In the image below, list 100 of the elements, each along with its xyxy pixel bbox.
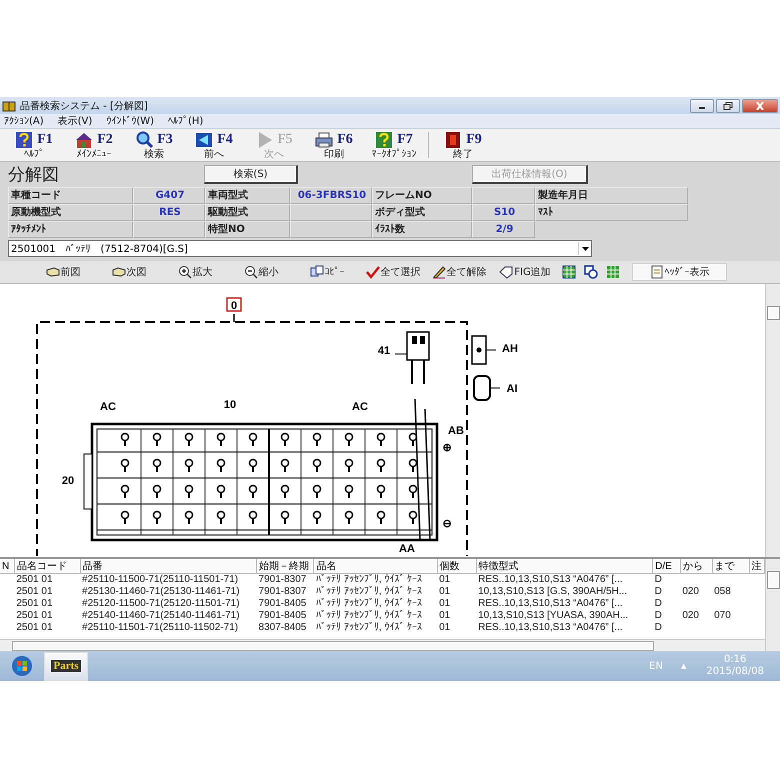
table-cell: ﾊﾞｯﾃﾘ ｱｯｾﾝﾌﾞﾘ, ｳｲｽﾞ ｹｰｽ (316, 622, 422, 633)
column-header[interactable]: 品番 (82, 561, 103, 572)
callout-label: AH (502, 343, 518, 355)
close-button[interactable] (742, 98, 778, 112)
field-label: 駆動型式 (205, 204, 290, 221)
table-cell: RES..10,13,S10,S13 “A0476” [... (478, 622, 623, 633)
vertical-scrollbar[interactable] (765, 559, 780, 651)
field-value: S10 (472, 204, 535, 221)
part-dropdown[interactable]: 2501001 ﾊﾞｯﾃﾘ (7512-8704)[G.S] (8, 240, 592, 257)
table-cell: 2501 01 (16, 610, 53, 621)
table-cell: 8307-8405 (258, 622, 306, 633)
horizontal-scrollbar[interactable] (0, 639, 765, 651)
callout-label: AB (448, 425, 464, 437)
table-cell: 7901-8405 (258, 598, 306, 609)
callout-label: ⊖ (442, 518, 452, 530)
table-cell: 058 (714, 586, 731, 597)
restore-button[interactable] (716, 98, 740, 112)
field-label: ﾏｽﾄ (535, 204, 688, 221)
field-label: 車両型式 (205, 187, 290, 204)
function-key-button[interactable]: F3 検索 (124, 130, 184, 160)
field-value: 2/9 (472, 221, 535, 238)
view-tool-button[interactable]: 拡大 (162, 263, 228, 281)
field-label: ボディ型式 (372, 204, 472, 221)
function-key-button[interactable]: F7 ﾏｰｸｵﾌﾟｼｮﾝ (364, 130, 424, 160)
clip-drawing (471, 335, 496, 365)
field-label: 製造年月日 (535, 187, 688, 204)
function-key-button[interactable]: F6 印刷 (304, 130, 364, 160)
view-tool-button[interactable]: 全て選択 (360, 263, 426, 281)
vertical-scrollbar[interactable] (765, 284, 780, 557)
screen-title: 分解図 (8, 164, 60, 186)
table-cell: 01 (439, 598, 450, 609)
view-tool-button[interactable]: 縮小 (228, 263, 294, 281)
empty-value-cell (472, 187, 535, 204)
table-cell: 10,13,S10,S13 [YUASA, 390AH... (478, 610, 628, 621)
table-cell: ﾊﾞｯﾃﾘ ｱｯｾﾝﾌﾞﾘ, ｳｲｽﾞ ｹｰｽ (316, 574, 422, 585)
view-tool-button[interactable]: FIG追加 (492, 263, 558, 281)
table-cell: 7901-8307 (258, 574, 306, 585)
function-key-button[interactable]: F2 ﾒｲﾝﾒﾆｭｰ (64, 130, 124, 160)
view-tool-button[interactable]: 前図 (30, 263, 96, 281)
table-cell: #25110-11500-71(25110-11501-71) (82, 574, 238, 585)
callout-label: 10 (224, 399, 236, 411)
table-cell: 020 (682, 610, 699, 621)
restore-icon (723, 102, 733, 110)
table-cell: 01 (439, 574, 450, 585)
table-cell: D (654, 622, 662, 633)
table-cell: RES..10,13,S10,S13 “A0476” [... (478, 598, 623, 609)
table-cell: D (654, 586, 662, 597)
search-button[interactable]: 検索(S) (204, 164, 298, 184)
field-value: 06-3FBRS10 (290, 187, 372, 204)
search-icon (135, 130, 154, 148)
table-cell: #25110-11501-71(25110-11502-71) (82, 622, 238, 633)
table-cell: ﾊﾞｯﾃﾘ ｱｯｾﾝﾌﾞﾘ, ｳｲｽﾞ ｹｰｽ (316, 610, 422, 621)
help-icon (15, 130, 34, 148)
menu-item[interactable]: ﾍﾙﾌﾟ(H) (168, 115, 204, 127)
callout-label: 0 (230, 300, 238, 312)
callout-label: 41 (378, 345, 390, 357)
table-cell: 2501 01 (16, 574, 53, 585)
tag-icon (499, 265, 514, 279)
field-value: G407 (133, 187, 205, 204)
column-header[interactable]: 品名 (316, 561, 336, 572)
menu-item[interactable]: ｱｸｼｮﾝ(A) (4, 115, 44, 127)
table-cell: 10,13,S10,S13 [G.S, 390AH/5H... (478, 586, 628, 597)
field-label: フレームNO (372, 187, 472, 204)
field-label: ｱﾀｯﾁﾒﾝﾄ (8, 221, 133, 238)
function-key-button[interactable]: F9 終了 (433, 130, 493, 160)
table-cell: 01 (439, 586, 450, 597)
table-cell: #25130-11460-71(25130-11461-71) (82, 586, 240, 597)
window-title: 品番検索システム - [分解図] (20, 100, 148, 112)
function-key-button[interactable]: F1 ﾍﾙﾌﾟ (4, 130, 64, 160)
table-cell: 7901-8405 (258, 610, 306, 621)
overlapping-squares-icon (584, 265, 598, 279)
function-key-button[interactable]: F4 前へ (184, 130, 244, 160)
app-book-icon (2, 100, 16, 112)
copy-icon (310, 265, 324, 279)
menu-item[interactable]: 表示(V) (58, 114, 92, 128)
house-icon (75, 130, 94, 148)
view-tool-button[interactable]: 次図 (96, 263, 162, 281)
checkmark-icon (366, 265, 380, 279)
view-tool-button[interactable]: 全て解除 (426, 263, 492, 281)
minimize-button[interactable] (690, 98, 714, 112)
field-value: RES (133, 204, 205, 221)
view-tool-button[interactable]: ﾍｯﾀﾞｰ表示 (632, 263, 727, 281)
zoom-out-icon (244, 265, 258, 279)
field-label: ｲﾗｽﾄ数 (372, 221, 472, 238)
leader-line (233, 314, 235, 322)
grid-icon (562, 265, 576, 279)
menu-item[interactable]: ｳｲﾝﾄﾞｳ(W) (106, 115, 154, 127)
exit-door-icon (444, 130, 462, 148)
callout-label: ⊕ (442, 442, 452, 454)
windows-logo-icon (11, 655, 33, 677)
column-header[interactable]: 特徴型式 (478, 561, 519, 572)
pencil-icon (432, 265, 446, 279)
callout-label: AA (399, 543, 415, 555)
field-label: 車種コード (8, 187, 133, 204)
callout-box (226, 297, 242, 312)
table-cell: D (654, 598, 662, 609)
document-icon (650, 265, 664, 279)
taskbar-app-button[interactable]: Parts (44, 652, 88, 680)
view-tool-button[interactable]: ｺﾋﾟｰ (294, 263, 360, 281)
zoom-in-icon (178, 265, 192, 279)
